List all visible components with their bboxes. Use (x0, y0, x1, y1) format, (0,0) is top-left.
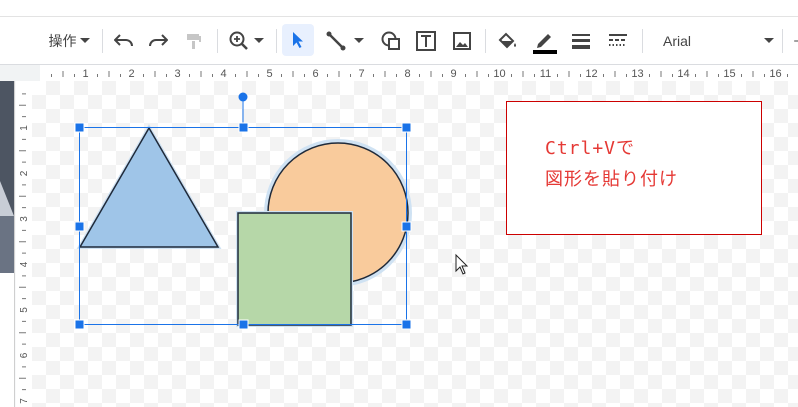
instruction-line-2: 図形を貼り付け (545, 169, 678, 190)
resize-handle-top-right[interactable] (401, 122, 412, 133)
instruction-textbox[interactable]: Ctrl+Vで 図形を貼り付け (506, 101, 762, 235)
rotation-handle[interactable] (238, 92, 248, 102)
triangle-shape[interactable] (78, 126, 220, 248)
resize-handle-top[interactable] (238, 122, 249, 133)
square-shape[interactable] (237, 212, 352, 326)
resize-handle-bottom-right[interactable] (401, 319, 412, 330)
resize-handle-top-left[interactable] (74, 122, 85, 133)
resize-handle-right[interactable] (401, 221, 412, 232)
resize-handle-left[interactable] (74, 221, 85, 232)
resize-handle-bottom[interactable] (238, 319, 249, 330)
resize-handle-bottom-left[interactable] (74, 319, 85, 330)
mouse-cursor-icon (455, 253, 469, 275)
instruction-line-1: Ctrl+Vで (545, 138, 636, 159)
